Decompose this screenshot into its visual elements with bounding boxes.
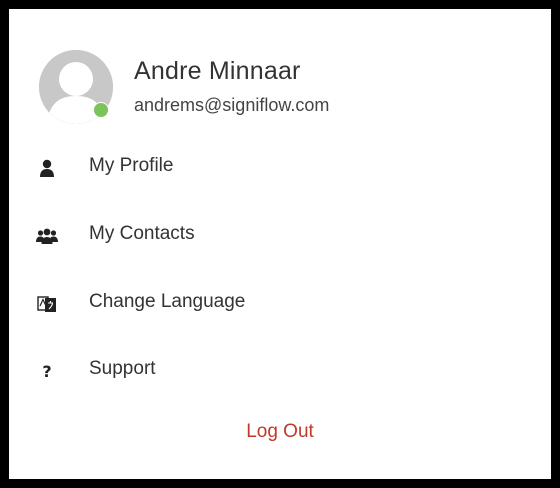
logout-button[interactable]: Log Out [9, 421, 551, 443]
menu-item-change-language[interactable]: Change Language [9, 277, 549, 333]
menu-item-support[interactable]: ? Support [9, 344, 549, 400]
user-email: andrems@signiflow.com [134, 95, 330, 115]
menu-item-my-contacts[interactable]: My Contacts [9, 209, 549, 265]
menu-item-label: Change Language [89, 291, 246, 312]
question-icon: ? [42, 361, 52, 381]
user-name: Andre Minnaar [134, 57, 301, 85]
users-icon [36, 225, 58, 247]
user-icon [36, 157, 58, 179]
menu-item-my-profile[interactable]: My Profile [9, 141, 549, 197]
user-menu-panel: Andre Minnaar andrems@signiflow.com My P… [0, 0, 560, 488]
online-status-indicator [93, 102, 109, 118]
menu-item-label: My Profile [89, 155, 174, 176]
language-icon [36, 293, 58, 315]
menu-item-label: My Contacts [89, 223, 195, 244]
menu-item-label: Support [89, 358, 156, 379]
